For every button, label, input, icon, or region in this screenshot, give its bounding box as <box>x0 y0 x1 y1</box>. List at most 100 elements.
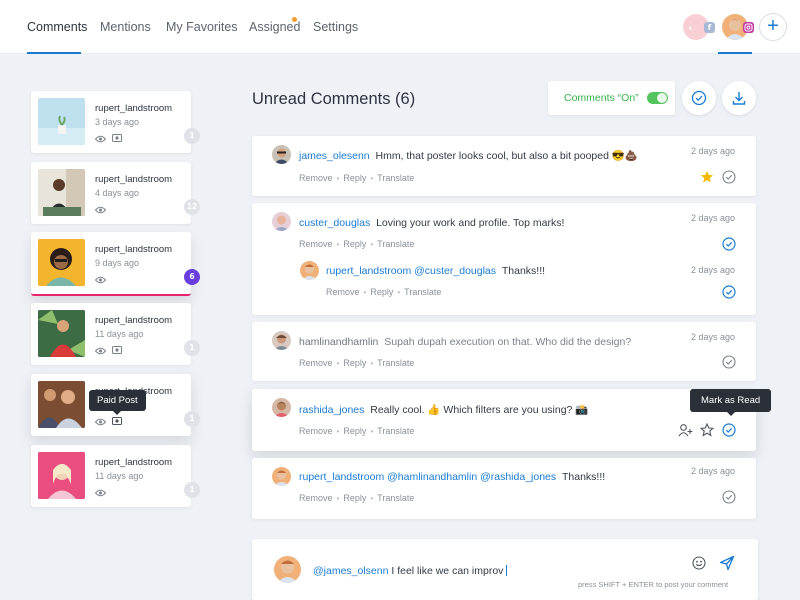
post-thumbnail <box>38 98 85 145</box>
avatar[interactable] <box>300 261 319 280</box>
reply-link[interactable]: Reply <box>343 358 366 368</box>
tab-mentions[interactable]: Mentions <box>100 20 151 34</box>
translate-link[interactable]: Translate <box>377 358 414 368</box>
paid-post-icon[interactable] <box>112 416 122 426</box>
reply-time: 2 days ago <box>691 265 736 275</box>
comment-username[interactable]: rupert_landstroom <box>299 471 384 483</box>
comment-time: 2 days ago <box>691 146 736 156</box>
comment-text-line: custer_douglas Loving your work and prof… <box>299 217 564 229</box>
reply-link[interactable]: Reply <box>343 173 366 183</box>
eye-icon <box>95 489 106 497</box>
comment-mentions[interactable]: @hamlinandhamlin @rashida_jones <box>387 471 556 483</box>
post-username: rupert_landstroom <box>95 103 173 114</box>
comment-time: 2 days ago <box>691 213 736 223</box>
post-card[interactable]: rupert_landstroom 11 days ago 1 <box>31 303 200 365</box>
toggle-switch[interactable] <box>647 92 668 104</box>
comments-toggle[interactable]: Comments “On” <box>548 81 675 115</box>
download-button[interactable] <box>722 81 756 115</box>
comment-text-line: hamlinandhamlin Supah dupah execution on… <box>299 336 631 348</box>
remove-link[interactable]: Remove <box>326 287 360 297</box>
star-filled-icon[interactable] <box>700 170 714 184</box>
comment-count-badge: 1 <box>184 340 200 356</box>
tab-settings[interactable]: Settings <box>313 20 358 34</box>
tab-my-favorites[interactable]: My Favorites <box>166 20 238 34</box>
reply-link[interactable]: Reply <box>343 493 366 503</box>
facebook-icon: f <box>704 22 715 33</box>
notification-dot <box>292 17 297 22</box>
reply-link[interactable]: Reply <box>343 426 366 436</box>
remove-link[interactable]: Remove <box>299 173 333 183</box>
check-circle-icon[interactable] <box>722 490 736 504</box>
download-icon <box>732 92 746 105</box>
assign-user-icon[interactable] <box>678 423 693 437</box>
reply-username[interactable]: rupert_landstroom <box>326 265 411 277</box>
translate-link[interactable]: Translate <box>377 239 414 249</box>
tab-assigned[interactable]: Assigned <box>249 20 300 34</box>
remove-link[interactable]: Remove <box>299 239 333 249</box>
comment-text: Hmm, that poster looks cool, but also a … <box>375 150 639 162</box>
comment-actions: Remove • Reply • Translate <box>299 358 415 368</box>
add-account-button[interactable]: + <box>759 13 787 41</box>
comment-time: 2 days ago <box>691 332 736 342</box>
post-username: rupert_landstroom <box>95 457 173 468</box>
send-icon[interactable] <box>719 555 735 571</box>
reply-text: Thanks!!! <box>501 265 546 277</box>
post-username: rupert_landstroom <box>95 315 173 326</box>
check-circle-icon[interactable] <box>722 355 736 369</box>
post-card[interactable]: rupert_landstroom 11 days ago 1 <box>31 445 200 507</box>
post-thumbnail <box>38 381 85 428</box>
check-circle-active-icon[interactable] <box>722 237 736 251</box>
active-tab-indicator <box>27 52 81 54</box>
comment-card: custer_douglas Loving your work and prof… <box>252 203 756 315</box>
check-circle-icon[interactable] <box>722 170 736 184</box>
translate-link[interactable]: Translate <box>377 493 414 503</box>
remove-link[interactable]: Remove <box>299 493 333 503</box>
avatar[interactable] <box>272 145 291 164</box>
star-outline-icon[interactable] <box>700 423 714 437</box>
remove-link[interactable]: Remove <box>299 358 333 368</box>
toggle-label: Comments “On” <box>564 92 639 104</box>
avatar[interactable] <box>272 467 291 486</box>
eye-icon <box>95 276 106 284</box>
post-thumbnail <box>38 310 85 357</box>
tab-comments[interactable]: Comments <box>27 20 87 34</box>
check-circle-active-icon[interactable] <box>722 423 736 437</box>
instagram-icon <box>743 22 754 33</box>
comment-card-hovered: rashida_jones Really cool. 👍 Which filte… <box>252 389 756 451</box>
reply-actions: Remove • Reply • Translate <box>326 287 442 297</box>
mark-all-read-button[interactable] <box>682 81 716 115</box>
emoji-icon[interactable] <box>692 556 706 570</box>
active-account-indicator <box>718 52 752 54</box>
comment-count-badge: 6 <box>184 269 200 285</box>
comment-username[interactable]: custer_douglas <box>299 217 370 229</box>
translate-link[interactable]: Translate <box>377 426 414 436</box>
comment-username[interactable]: james_olesenn <box>299 150 370 162</box>
avatar[interactable] <box>272 212 291 231</box>
composer-hint: press SHIFT + ENTER to post your comment <box>578 580 729 589</box>
comment-actions: Remove • Reply • Translate <box>299 426 415 436</box>
comment-composer[interactable]: @james_olsenn I feel like we can improv … <box>252 539 758 600</box>
translate-link[interactable]: Translate <box>377 173 414 183</box>
comment-text-line: rupert_landstroom @hamlinandhamlin @rash… <box>299 471 605 483</box>
reply-mention[interactable]: @custer_douglas <box>414 265 496 277</box>
composer-mention: @james_olsenn <box>313 565 389 577</box>
comment-text: Really cool. 👍 Which filters are you usi… <box>370 404 589 416</box>
post-thumbnail <box>38 452 85 499</box>
composer-input[interactable]: @james_olsenn I feel like we can improv <box>313 565 508 577</box>
post-time: 3 days ago <box>95 117 140 127</box>
remove-link[interactable]: Remove <box>299 426 333 436</box>
avatar[interactable] <box>272 398 291 417</box>
comment-actions: Remove • Reply • Translate <box>299 173 415 183</box>
translate-link[interactable]: Translate <box>404 287 441 297</box>
post-card[interactable]: rupert_landstroom 4 days ago 12 <box>31 162 200 224</box>
post-card-active[interactable]: rupert_landstroom 9 days ago 6 <box>31 232 200 296</box>
post-card[interactable]: rupert_landstroom 3 days ago 1 <box>31 91 200 153</box>
reply-link[interactable]: Reply <box>370 287 393 297</box>
comment-username[interactable]: rashida_jones <box>299 404 364 416</box>
avatar[interactable] <box>272 331 291 350</box>
check-circle-active-icon[interactable] <box>722 285 736 299</box>
comment-username[interactable]: hamlinandhamlin <box>299 336 378 348</box>
composer-typed-text: I feel like we can improv <box>391 565 504 577</box>
reply-link[interactable]: Reply <box>343 239 366 249</box>
post-username: rupert_landstroom <box>95 174 173 185</box>
